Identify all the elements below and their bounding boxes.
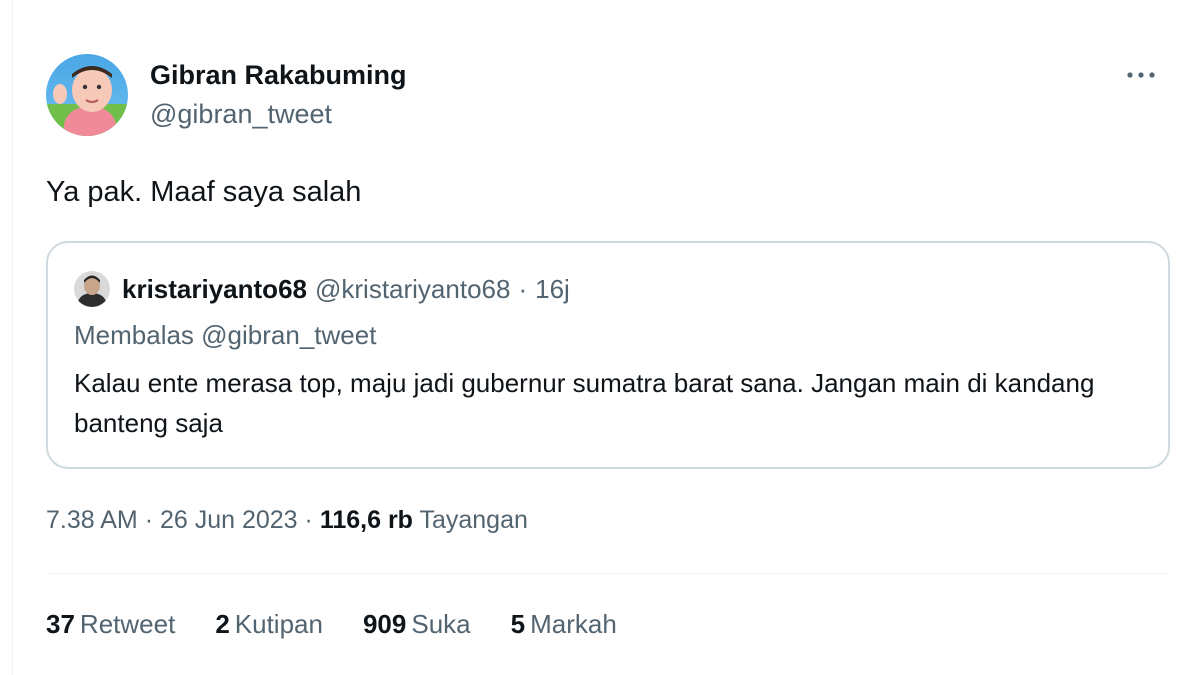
tweet-meta: 7.38 AM · 26 Jun 2023 · 116,6 rb Tayanga… [46, 500, 528, 540]
tweet-time[interactable]: 7.38 AM [46, 506, 138, 534]
quoted-timestamp: 16j [535, 273, 570, 304]
tweet-header: Gibran Rakabuming @gibran_tweet [46, 54, 1170, 138]
tweet-stats: 37 Retweet 2 Kutipan 909 Suka 5 Markah [46, 604, 657, 644]
stat-count: 5 [510, 609, 526, 639]
stat-label: Kutipan [234, 609, 323, 639]
meta-separator: · [144, 506, 154, 534]
author-avatar[interactable] [46, 54, 128, 136]
stat-retweets[interactable]: 37 Retweet [46, 604, 175, 644]
stat-label: Suka [411, 609, 471, 639]
left-border [12, 0, 13, 675]
stat-count: 37 [46, 609, 75, 639]
tweet-card: Gibran Rakabuming @gibran_tweet Ya pak. … [0, 0, 1200, 675]
stat-count: 909 [362, 609, 407, 639]
stat-likes[interactable]: 909 Suka [363, 604, 471, 644]
views-count: 116,6 rb [319, 506, 413, 534]
stats-divider [46, 573, 1170, 574]
stat-label: Retweet [79, 609, 176, 639]
quoted-reply-to: Membalas @gibran_tweet [74, 320, 377, 350]
author-handle[interactable]: @gibran_tweet [150, 96, 407, 132]
stat-label: Markah [530, 609, 617, 639]
tweet-date[interactable]: 26 Jun 2023 [160, 506, 298, 534]
author-name[interactable]: Gibran Rakabuming [150, 58, 407, 92]
meta-separator: · [304, 506, 313, 534]
quoted-avatar-image [74, 271, 110, 307]
author-info: Gibran Rakabuming @gibran_tweet [150, 58, 407, 132]
more-horizontal-icon [1127, 72, 1155, 78]
quoted-tweet[interactable]: kristariyanto68 @kristariyanto68 · 16j M… [46, 241, 1170, 469]
stat-quotes[interactable]: 2 Kutipan [215, 604, 323, 644]
quoted-tweet-text: Kalau ente merasa top, maju jadi gubernu… [74, 368, 1095, 438]
quoted-author-name: kristariyanto68 [122, 273, 307, 304]
quoted-author-avatar [74, 271, 110, 307]
avatar-image [46, 54, 128, 136]
quoted-author-handle: @kristariyanto68 [314, 273, 511, 304]
tweet-text: Ya pak. Maaf saya salah [46, 176, 362, 208]
quoted-tweet-header: kristariyanto68 @kristariyanto68 · 16j [74, 269, 570, 309]
views-label: Tayangan [419, 506, 528, 534]
quoted-separator: · [518, 273, 528, 304]
stat-count: 2 [215, 609, 230, 639]
more-options-button[interactable] [1118, 60, 1164, 90]
stat-bookmarks[interactable]: 5 Markah [511, 604, 617, 644]
